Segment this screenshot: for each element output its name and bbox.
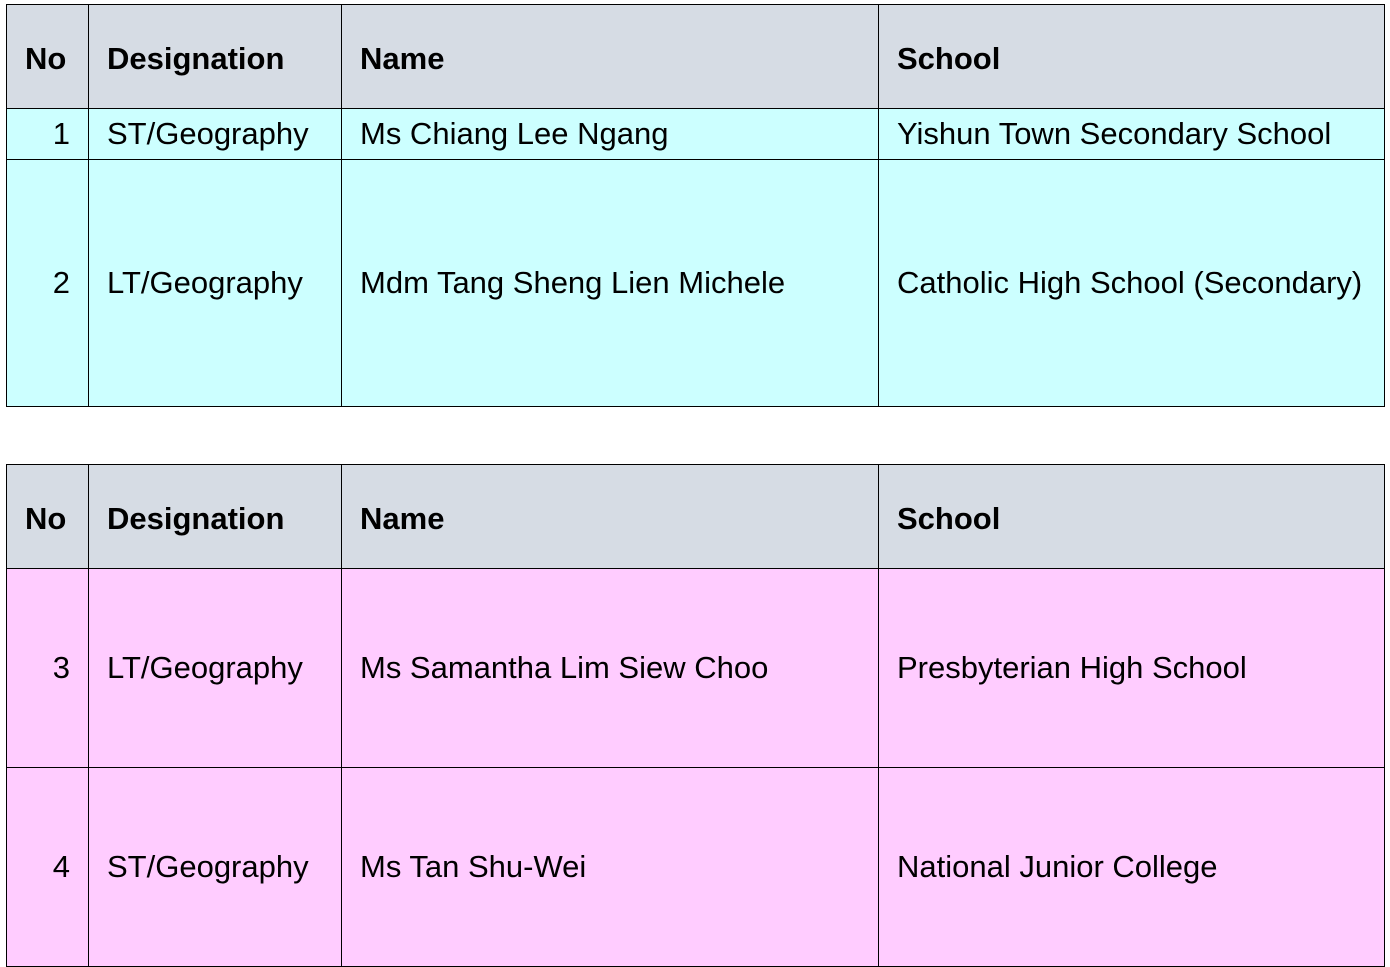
cell-school: Presbyterian High School xyxy=(878,568,1385,768)
cell-designation: ST/Geography xyxy=(88,108,342,160)
header-name: Name xyxy=(341,464,879,569)
cell-school: Yishun Town Secondary School xyxy=(878,108,1385,160)
cell-designation: LT/Geography xyxy=(88,159,342,407)
cell-name: Ms Samantha Lim Siew Choo xyxy=(341,568,879,768)
table-header-row: No Designation Name School xyxy=(6,464,1385,569)
header-designation: Designation xyxy=(88,464,342,569)
header-no: No xyxy=(6,464,89,569)
header-school: School xyxy=(878,4,1385,109)
cell-name: Ms Chiang Lee Ngang xyxy=(341,108,879,160)
table-header-row: No Designation Name School xyxy=(6,4,1385,109)
cell-name: Ms Tan Shu-Wei xyxy=(341,767,879,967)
header-name: Name xyxy=(341,4,879,109)
cell-no: 1 xyxy=(6,108,89,160)
table-row: 2 LT/Geography Mdm Tang Sheng Lien Miche… xyxy=(6,159,1385,407)
staff-table-1: No Designation Name School 1 ST/Geograph… xyxy=(6,4,1385,407)
header-no: No xyxy=(6,4,89,109)
cell-name: Mdm Tang Sheng Lien Michele xyxy=(341,159,879,407)
header-school: School xyxy=(878,464,1385,569)
cell-no: 2 xyxy=(6,159,89,407)
cell-designation: ST/Geography xyxy=(88,767,342,967)
staff-table-2: No Designation Name School 3 LT/Geograph… xyxy=(6,464,1385,967)
cell-designation: LT/Geography xyxy=(88,568,342,768)
table-row: 3 LT/Geography Ms Samantha Lim Siew Choo… xyxy=(6,568,1385,768)
table-row: 4 ST/Geography Ms Tan Shu-Wei National J… xyxy=(6,767,1385,967)
cell-school: National Junior College xyxy=(878,767,1385,967)
table-row: 1 ST/Geography Ms Chiang Lee Ngang Yishu… xyxy=(6,108,1385,160)
cell-no: 4 xyxy=(6,767,89,967)
cell-school: Catholic High School (Secondary) xyxy=(878,159,1385,407)
cell-no: 3 xyxy=(6,568,89,768)
header-designation: Designation xyxy=(88,4,342,109)
